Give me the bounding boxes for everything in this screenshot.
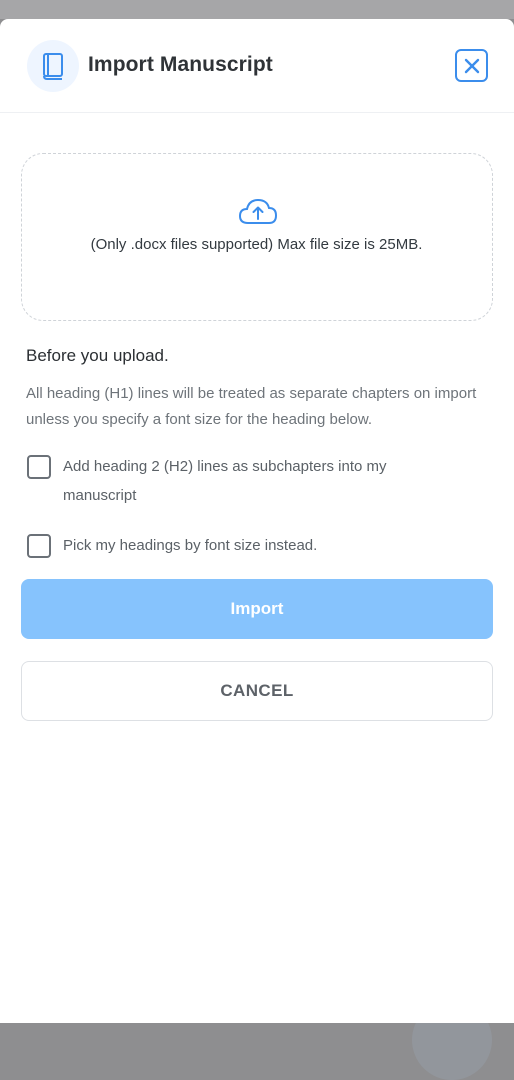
close-icon <box>464 58 479 73</box>
book-icon <box>43 53 63 80</box>
h2-subchapters-checkbox[interactable] <box>27 455 51 479</box>
option-font-size-headings[interactable]: Pick my headings by font size instead. <box>27 534 467 562</box>
cloud-upload-icon <box>238 198 278 224</box>
import-manuscript-dialog: Import Manuscript (Only .docx files supp… <box>0 19 514 1023</box>
h2-subchapters-label[interactable]: Add heading 2 (H2) lines as subchapters … <box>63 452 463 510</box>
backdrop-top-strip <box>0 0 514 19</box>
font-size-headings-checkbox[interactable] <box>27 534 51 558</box>
dialog-title: Import Manuscript <box>88 53 273 76</box>
close-button[interactable] <box>455 49 488 82</box>
import-button[interactable]: Import <box>21 579 493 639</box>
book-icon-container <box>27 40 79 92</box>
option-h2-subchapters[interactable]: Add heading 2 (H2) lines as subchapters … <box>27 455 467 515</box>
dialog-header: Import Manuscript <box>0 19 514 113</box>
dropzone-instructions: (Only .docx files supported) Max file si… <box>90 236 423 253</box>
file-dropzone[interactable]: (Only .docx files supported) Max file si… <box>21 153 493 321</box>
before-upload-heading: Before you upload. <box>26 346 169 365</box>
before-upload-description: All heading (H1) lines will be treated a… <box>26 385 477 428</box>
cancel-button[interactable]: CANCEL <box>21 661 493 721</box>
font-size-headings-label[interactable]: Pick my headings by font size instead. <box>63 531 317 560</box>
